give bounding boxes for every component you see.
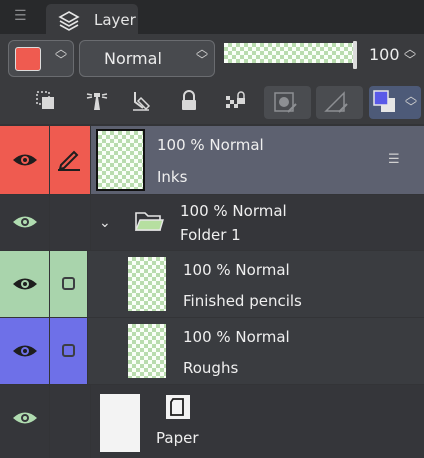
layer-row-pencils[interactable]: 100 % Normal Finished pencils (0, 251, 424, 317)
layer-row-paper[interactable]: Paper (0, 385, 424, 458)
blend-mode-label: Normal (104, 49, 162, 68)
layer-name[interactable]: Paper (156, 429, 198, 447)
layer-row-inks[interactable]: 100 % Normal Inks ☰ (0, 126, 424, 194)
layer-opacity-mode: 100 % Normal (180, 202, 287, 220)
blend-mode-chevron-icon[interactable]: ︿ ﹀ (194, 43, 210, 66)
layer-name[interactable]: Roughs (183, 359, 238, 377)
drag-handle-icon[interactable]: ☰ (388, 152, 400, 167)
layer-name[interactable]: Finished pencils (183, 292, 302, 310)
layer-color-icon (373, 90, 395, 112)
opacity-slider[interactable] (224, 43, 355, 63)
opacity-slider-handle[interactable] (353, 41, 357, 69)
layer-opacity-mode: 100 % Normal (157, 136, 264, 154)
eye-icon[interactable] (11, 151, 39, 169)
paper-layer-icon (166, 395, 190, 419)
row-end (413, 126, 424, 194)
eye-icon[interactable] (11, 409, 39, 427)
eye-icon[interactable] (11, 213, 39, 231)
pen-edit-icon (58, 150, 80, 171)
reference-layer-icon[interactable] (84, 88, 110, 114)
layer-name[interactable]: Inks (157, 168, 187, 186)
mask-enable-icon (274, 92, 297, 113)
clip-to-layer-below-icon[interactable] (33, 88, 59, 114)
expand-chevron-icon[interactable]: ⌄ (99, 215, 111, 231)
eye-icon[interactable] (11, 275, 39, 293)
layer-thumbnail (128, 257, 166, 311)
opacity-stepper-icon[interactable]: ︿ ﹀ (402, 43, 418, 66)
eye-icon[interactable] (11, 342, 39, 360)
lock-transparent-pixels-icon[interactable] (223, 88, 249, 114)
color-swatch[interactable] (15, 47, 41, 71)
layer-checkbox[interactable] (62, 277, 75, 290)
edit-cell[interactable] (50, 195, 90, 250)
layer-row-folder[interactable]: ⌄ 100 % Normal Folder 1 (0, 195, 424, 250)
draft-layer-icon[interactable] (129, 88, 155, 114)
layer-name[interactable]: Folder 1 (180, 226, 241, 244)
folder-icon (134, 212, 164, 231)
lock-icon[interactable] (176, 88, 202, 114)
paper-thumbnail (100, 394, 140, 452)
ruler-show-icon (324, 91, 348, 113)
layer-color-chevron-icon[interactable]: ︿ ﹀ (403, 90, 419, 113)
tab-title: Layer (94, 11, 136, 29)
layer-opacity-mode: 100 % Normal (183, 328, 290, 346)
layer-thumbnail (128, 324, 166, 378)
layers-icon (58, 11, 80, 31)
layer-checkbox[interactable] (62, 344, 75, 357)
layer-opacity-mode: 100 % Normal (183, 261, 290, 279)
layer-thumbnail (96, 129, 145, 191)
layer-info[interactable] (91, 385, 424, 458)
edit-cell[interactable] (50, 385, 90, 458)
opacity-value[interactable]: 100 (369, 45, 400, 64)
panel-menu-icon[interactable]: ☰ (14, 8, 27, 24)
color-stepper-icon[interactable]: ︿ ﹀ (53, 43, 69, 66)
layer-row-roughs[interactable]: 100 % Normal Roughs (0, 318, 424, 384)
